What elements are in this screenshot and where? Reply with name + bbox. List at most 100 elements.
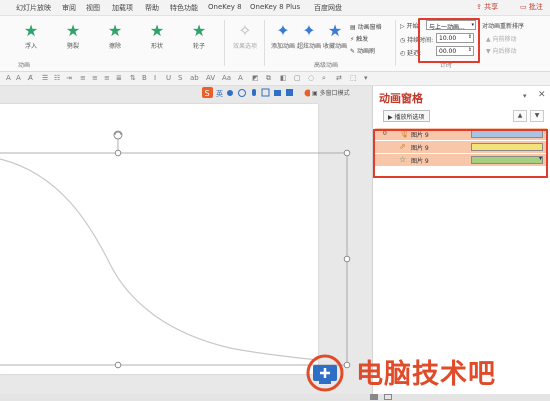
- align-left-icon[interactable]: ≡: [80, 74, 86, 82]
- numbering-icon[interactable]: ☷: [54, 74, 60, 82]
- trigger-command-label: 触发: [356, 36, 369, 43]
- font-size-increase-icon[interactable]: A: [6, 74, 11, 82]
- effect-label: 擦除: [108, 43, 121, 50]
- menu-bar: 幻灯片放映 审阅 视图 加载项 帮助 特色功能 OneKey 8 OneKey …: [0, 0, 550, 16]
- clear-format-icon[interactable]: A̸: [28, 74, 33, 82]
- motion-path-curve: [0, 158, 319, 361]
- menu-addins[interactable]: 加载项: [112, 3, 133, 13]
- quick-styles-icon[interactable]: ◧: [280, 74, 287, 82]
- effect-options-icon: ✧: [238, 21, 252, 40]
- effect-wheel[interactable]: ★ 轮子: [182, 21, 216, 51]
- timing-highlight-box: [418, 18, 480, 63]
- voice-icon: [252, 89, 256, 96]
- resize-handle-top[interactable]: [114, 149, 122, 157]
- multi-window-button[interactable]: ▣ 多窗口模式: [312, 88, 350, 97]
- shadow-icon[interactable]: S: [178, 74, 182, 82]
- char-spacing-icon[interactable]: AV: [206, 74, 215, 82]
- justify-icon[interactable]: ≣: [116, 74, 122, 82]
- move-down-glyph: ▼: [534, 112, 540, 119]
- watermark-logo-icon: [306, 354, 344, 392]
- bullets-icon[interactable]: ☰: [42, 74, 48, 82]
- shape-effects-icon[interactable]: ◌: [308, 74, 314, 82]
- resize-handle-right: [343, 255, 351, 263]
- close-icon[interactable]: ✕: [538, 90, 546, 100]
- move-down-button[interactable]: ▼: [530, 110, 544, 122]
- menu-onekey8plus[interactable]: OneKey 8 Plus: [250, 3, 300, 11]
- move-earlier-button[interactable]: ▲ 向前移动: [486, 34, 517, 43]
- effect-float-in[interactable]: ★ 浮入: [14, 21, 48, 51]
- bold-icon[interactable]: B: [142, 74, 147, 82]
- slide-canvas[interactable]: [0, 104, 347, 374]
- slide-editor[interactable]: S 英 ▣ 多窗口模式: [0, 86, 372, 394]
- effect-split[interactable]: ★ 劈裂: [56, 22, 90, 51]
- shape-fill-icon[interactable]: ◩: [252, 74, 259, 82]
- ime-toolbar-icons[interactable]: S 英: [200, 86, 312, 100]
- align-center-icon[interactable]: ≡: [92, 74, 98, 82]
- move-later-label: 向后移动: [492, 48, 517, 55]
- multi-window-label: 多窗口模式: [319, 90, 350, 97]
- anim-painter-command[interactable]: ✎ 动画刷: [350, 46, 375, 55]
- pane-options-icon[interactable]: ▾: [523, 92, 527, 100]
- resize-handle-bottom-right: [343, 361, 351, 369]
- change-case-icon[interactable]: Aa: [222, 74, 231, 82]
- move-up-button[interactable]: ▲: [513, 110, 527, 122]
- menu-help[interactable]: 帮助: [145, 3, 159, 13]
- arrange-icon[interactable]: ⧉: [266, 74, 271, 83]
- effect-shape[interactable]: ★ 形状: [140, 22, 174, 51]
- effect-options-button[interactable]: ✧ 效果选项: [228, 21, 262, 51]
- font-size-decrease-icon[interactable]: A: [16, 74, 21, 82]
- anim-pane-command[interactable]: ▤ 动画窗格: [350, 22, 382, 31]
- move-later-button[interactable]: ▼ 向后移动: [486, 46, 517, 55]
- play-selected-button[interactable]: ▶ 播放所选项: [383, 110, 430, 122]
- wheel-star-icon: ★: [191, 21, 207, 40]
- comment-button[interactable]: ▭ 批注: [520, 2, 543, 12]
- menu-baidu-netdisk[interactable]: 百度网盘: [314, 3, 342, 13]
- resize-handle-bottom[interactable]: [114, 361, 122, 369]
- text-direction-icon[interactable]: ⇅: [130, 74, 136, 82]
- share-button[interactable]: ⇪ 共享: [476, 2, 498, 12]
- float-in-star-icon: ★: [23, 21, 39, 40]
- normal-view-icon[interactable]: [370, 394, 378, 400]
- font-color-icon[interactable]: A: [238, 74, 243, 82]
- ribbon-divider: [395, 20, 396, 66]
- pane-title: 动画窗格: [379, 92, 423, 105]
- floating-toolbar: S 英: [200, 86, 312, 100]
- menu-features[interactable]: 特色功能: [170, 3, 198, 13]
- more-icon[interactable]: ▾: [364, 74, 368, 82]
- effect-wipe[interactable]: ★ 擦除: [98, 22, 132, 51]
- app-window: 幻灯片放映 审阅 视图 加载项 帮助 特色功能 OneKey 8 OneKey …: [0, 0, 550, 401]
- shape-outline-icon[interactable]: ▢: [294, 74, 301, 82]
- animation-list-highlight: [373, 129, 548, 178]
- menu-onekey8[interactable]: OneKey 8: [208, 3, 242, 11]
- select-icon[interactable]: ⬚: [350, 74, 357, 82]
- reorder-label: 对动画重新排序: [482, 23, 525, 30]
- trigger-command[interactable]: ⚡ 触发: [350, 34, 368, 43]
- menu-slideshow[interactable]: 幻灯片放映: [16, 3, 51, 13]
- slide-content: [0, 130, 347, 369]
- align-right-icon[interactable]: ≡: [104, 74, 110, 82]
- effect-label: 形状: [150, 43, 163, 50]
- underline-icon[interactable]: U: [166, 74, 171, 82]
- menu-review[interactable]: 审阅: [62, 3, 76, 13]
- status-bar: [0, 394, 550, 401]
- effect-label: 效果选项: [232, 43, 257, 50]
- menu-view[interactable]: 视图: [86, 3, 100, 13]
- group-label-advanced: 高级动画: [314, 62, 339, 69]
- favorite-animation-button[interactable]: ★ 收藏动画: [318, 22, 352, 51]
- indent-icon[interactable]: ⇥: [66, 74, 72, 82]
- sorter-view-icon[interactable]: [384, 394, 392, 400]
- ribbon-divider: [264, 20, 265, 66]
- ime-punct-icon: [227, 90, 233, 96]
- comment-label: 批注: [528, 3, 543, 11]
- play-selected-label: 播放所选项: [394, 114, 425, 121]
- find-icon[interactable]: ⌕: [322, 74, 326, 83]
- replace-icon[interactable]: ⇄: [336, 74, 342, 82]
- move-earlier-label: 向前移动: [492, 36, 517, 43]
- toolbox-icon: [286, 89, 293, 96]
- strikethrough-icon[interactable]: ab: [190, 74, 199, 82]
- effect-label: 轮子: [192, 43, 205, 50]
- watermark-text: 电脑技术吧: [356, 359, 496, 390]
- ribbon-divider: [224, 20, 225, 66]
- effect-label: 劈裂: [66, 43, 79, 50]
- italic-icon[interactable]: I: [154, 74, 156, 82]
